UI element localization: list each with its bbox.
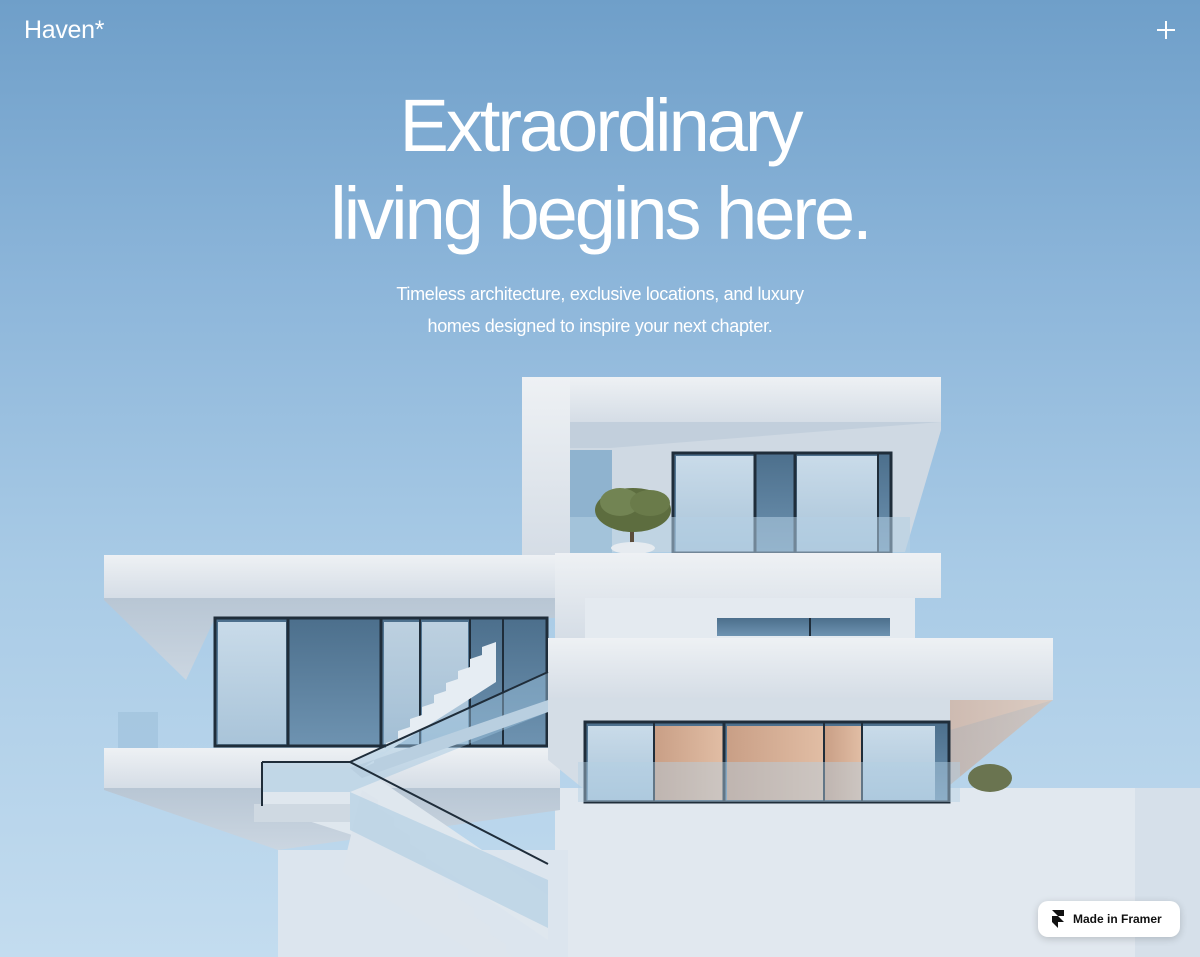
hero-headline: Extraordinary living begins here. xyxy=(0,82,1200,258)
subheadline-line-1: Timeless architecture, exclusive locatio… xyxy=(396,284,804,304)
headline-line-1: Extraordinary xyxy=(399,84,803,167)
landing-page: Haven* Extraordinary living begins here.… xyxy=(0,0,1200,957)
plus-icon[interactable] xyxy=(1154,18,1178,42)
headline-line-2: living begins here. xyxy=(330,172,872,255)
framer-logo-icon xyxy=(1052,910,1064,928)
plus-icon-vertical-bar xyxy=(1165,21,1167,39)
site-header: Haven* xyxy=(0,0,1200,64)
subheadline-line-2: homes designed to inspire your next chap… xyxy=(427,316,773,336)
logo[interactable]: Haven* xyxy=(24,16,105,45)
hero-subheadline: Timeless architecture, exclusive locatio… xyxy=(0,278,1200,342)
badge-label: Made in Framer xyxy=(1073,912,1162,926)
made-in-framer-badge[interactable]: Made in Framer xyxy=(1038,901,1180,937)
